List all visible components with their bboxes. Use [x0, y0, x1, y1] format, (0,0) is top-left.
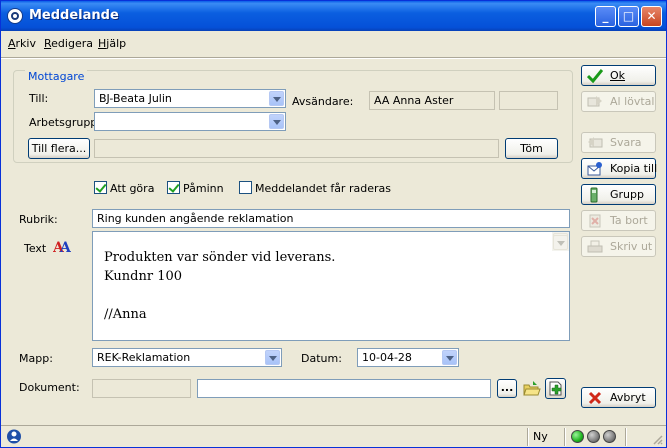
- group-button[interactable]: Grupp: [581, 184, 656, 205]
- message-window: Meddelande _ □ ✕ Arkiv Redigera Hjälp Mo…: [0, 0, 667, 448]
- gray-led-icon: [603, 430, 616, 443]
- menu-arkiv[interactable]: Arkiv: [8, 37, 36, 50]
- date-combobox[interactable]: 10-04-28: [357, 348, 459, 367]
- todo-label: Att göra: [110, 182, 155, 195]
- document-field-1: [92, 379, 191, 398]
- reply-label: Svara: [610, 136, 642, 149]
- user-status-icon: [6, 428, 22, 448]
- status-mode: Ny: [533, 430, 548, 443]
- ok-button[interactable]: Ok: [581, 65, 656, 86]
- browse-button[interactable]: ...: [497, 379, 517, 398]
- group-icon: [587, 187, 603, 203]
- title-bar[interactable]: Meddelande _ □ ✕: [1, 1, 666, 31]
- till-value: BJ-Beata Julin: [99, 92, 172, 105]
- status-separator: [527, 428, 529, 446]
- status-bar: Ny: [1, 425, 666, 447]
- document-field-2[interactable]: [197, 379, 491, 398]
- print-button[interactable]: Skriv ut: [581, 236, 656, 257]
- app-icon: [7, 8, 23, 24]
- menu-separator: [1, 57, 666, 59]
- till-flera-field: [94, 139, 499, 158]
- new-document-icon[interactable]: [545, 378, 566, 399]
- date-dropdown-icon[interactable]: [442, 350, 457, 365]
- menu-hjalp[interactable]: Hjälp: [98, 37, 126, 50]
- text-label: Text: [24, 242, 47, 255]
- folder-combobox[interactable]: REK-Reklamation: [92, 348, 282, 367]
- resize-grip-icon[interactable]: [651, 433, 663, 445]
- folder-label: Mapp:: [19, 352, 53, 365]
- close-button[interactable]: ✕: [641, 6, 662, 27]
- recipients-group-title: Mottagare: [25, 70, 88, 83]
- sender-value: AA Anna Aster: [374, 94, 454, 107]
- body-line: [104, 286, 558, 305]
- svg-text:A: A: [59, 240, 71, 255]
- gray-led-icon: [587, 430, 600, 443]
- till-flera-button[interactable]: Till flera...: [28, 138, 90, 159]
- reply-button[interactable]: Svara: [581, 132, 656, 153]
- sender-field: AA Anna Aster: [369, 91, 495, 110]
- menu-redigera[interactable]: Redigera: [44, 37, 93, 50]
- body-textarea[interactable]: Produkten var sönder vid leverans. Kundn…: [92, 231, 570, 341]
- copy-to-label: Kopia till: [610, 162, 658, 175]
- folder-value: REK-Reklamation: [97, 351, 191, 364]
- copy-to-button[interactable]: Kopia till: [581, 158, 658, 179]
- cancel-label: Avbryt: [610, 391, 646, 404]
- body-line: Kundnr 100: [104, 269, 183, 284]
- folder-dropdown-icon[interactable]: [265, 350, 280, 365]
- green-led-icon: [571, 430, 584, 443]
- till-label: Till:: [29, 92, 49, 105]
- sender-extra-field: [499, 91, 558, 110]
- printer-icon: [587, 239, 603, 255]
- body-scrollbar[interactable]: [552, 232, 569, 251]
- deletable-checkbox[interactable]: [239, 181, 252, 194]
- till-dropdown-icon[interactable]: [269, 91, 284, 106]
- checkmark-icon: [586, 68, 604, 84]
- remove-label: Ta bort: [610, 214, 648, 227]
- reminder-label: Påminn: [183, 182, 224, 195]
- ok-label: Ok: [610, 69, 626, 82]
- scroll-down-icon[interactable]: [553, 235, 568, 250]
- status-separator: [625, 428, 627, 446]
- date-label: Datum:: [301, 352, 342, 365]
- cancel-icon: [587, 390, 603, 406]
- forward-label: Al lövtal: [610, 95, 655, 108]
- reminder-checkbox[interactable]: [167, 181, 180, 194]
- reply-icon: [587, 135, 603, 151]
- sender-label: Avsändare:: [292, 95, 354, 108]
- subject-label: Rubrik:: [19, 213, 58, 226]
- till-combobox[interactable]: BJ-Beata Julin: [94, 89, 286, 108]
- workgroup-combobox[interactable]: [94, 112, 286, 131]
- body-line: //Anna: [104, 307, 147, 322]
- date-value: 10-04-28: [362, 351, 412, 364]
- forward-icon: [587, 94, 603, 110]
- subject-input[interactable]: Ring kunden angående reklamation: [92, 209, 570, 228]
- forward-button[interactable]: Al lövtal: [581, 91, 656, 112]
- font-icon[interactable]: AA: [52, 237, 72, 258]
- remove-icon: [587, 213, 603, 229]
- minimize-button[interactable]: _: [595, 6, 616, 27]
- clear-button[interactable]: Töm: [505, 138, 558, 159]
- remove-button[interactable]: Ta bort: [581, 210, 656, 231]
- workgroup-label: Arbetsgrupp:: [29, 116, 101, 129]
- status-separator: [564, 428, 566, 446]
- print-label: Skriv ut: [610, 240, 653, 253]
- document-label: Dokument:: [19, 381, 80, 394]
- menu-bar: Arkiv Redigera Hjälp: [1, 31, 666, 55]
- workgroup-dropdown-icon[interactable]: [269, 114, 284, 129]
- window-title: Meddelande: [29, 8, 119, 23]
- deletable-label: Meddelandet får raderas: [255, 182, 391, 195]
- maximize-button[interactable]: □: [618, 6, 639, 27]
- open-folder-icon[interactable]: [522, 379, 541, 398]
- copy-to-icon: [587, 161, 603, 177]
- todo-checkbox[interactable]: [94, 181, 107, 194]
- group-label: Grupp: [610, 188, 644, 201]
- cancel-button[interactable]: Avbryt: [581, 387, 656, 408]
- body-line: Produkten var sönder vid leverans.: [104, 250, 336, 265]
